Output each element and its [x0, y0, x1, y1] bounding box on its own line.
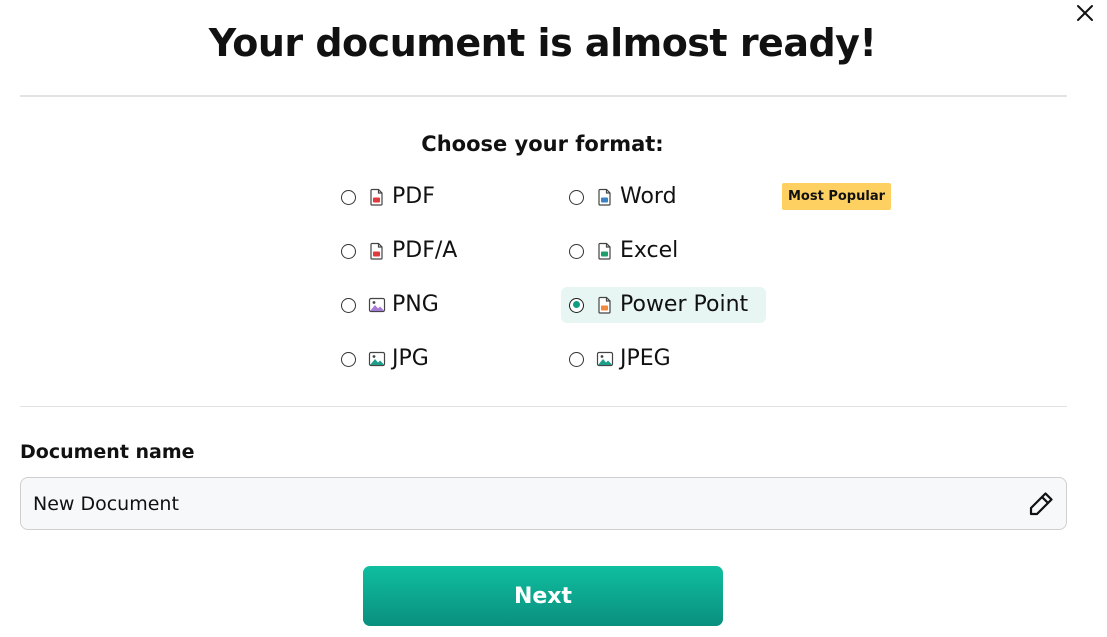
radio-jpeg[interactable] — [569, 351, 584, 367]
radio-excel[interactable] — [569, 243, 584, 259]
radio-pdf[interactable] — [341, 189, 356, 205]
pdfa-file-icon — [370, 242, 383, 260]
format-label-jpeg: JPEG — [620, 346, 671, 371]
next-button[interactable]: Next — [363, 566, 723, 626]
excel-file-icon — [598, 242, 611, 260]
format-heading: Choose your format: — [421, 132, 664, 156]
document-name-input[interactable] — [33, 478, 1013, 529]
format-label-png: PNG — [392, 292, 439, 317]
format-option-png[interactable]: PNG — [333, 287, 457, 323]
format-option-pdfa[interactable]: PDF/A — [333, 233, 475, 269]
pdf-file-icon — [370, 188, 383, 206]
jpeg-image-icon — [596, 351, 614, 367]
format-label-pdf: PDF — [392, 184, 435, 209]
edit-name-button[interactable] — [1026, 489, 1056, 519]
top-divider — [20, 95, 1067, 97]
format-label-jpg: JPG — [392, 346, 429, 371]
middle-divider — [20, 406, 1067, 407]
pencil-icon — [1029, 492, 1053, 516]
png-image-icon — [368, 297, 386, 313]
format-label-pdfa: PDF/A — [392, 238, 458, 263]
document-name-field — [20, 477, 1067, 530]
format-label-powerpoint: Power Point — [620, 292, 749, 317]
radio-jpg[interactable] — [341, 351, 356, 367]
most-popular-badge: Most Popular — [782, 183, 892, 210]
format-option-pdf[interactable]: PDF — [333, 179, 453, 215]
radio-word[interactable] — [569, 189, 584, 205]
format-label-excel: Excel — [620, 238, 679, 263]
format-option-jpeg[interactable]: JPEG — [561, 341, 689, 377]
format-option-jpg[interactable]: JPG — [333, 341, 447, 377]
document-name-label: Document name — [20, 441, 195, 463]
radio-powerpoint[interactable] — [569, 297, 584, 313]
format-option-excel[interactable]: Excel — [561, 233, 696, 269]
powerpoint-file-icon — [598, 296, 611, 314]
format-option-powerpoint[interactable]: Power Point — [561, 287, 767, 323]
page-title: Your document is almost ready! — [208, 21, 877, 65]
format-label-word: Word — [620, 184, 677, 209]
radio-png[interactable] — [341, 297, 356, 313]
jpg-image-icon — [368, 351, 386, 367]
radio-pdfa[interactable] — [341, 243, 356, 259]
format-option-word[interactable]: Word — [561, 179, 695, 215]
word-file-icon — [598, 188, 611, 206]
